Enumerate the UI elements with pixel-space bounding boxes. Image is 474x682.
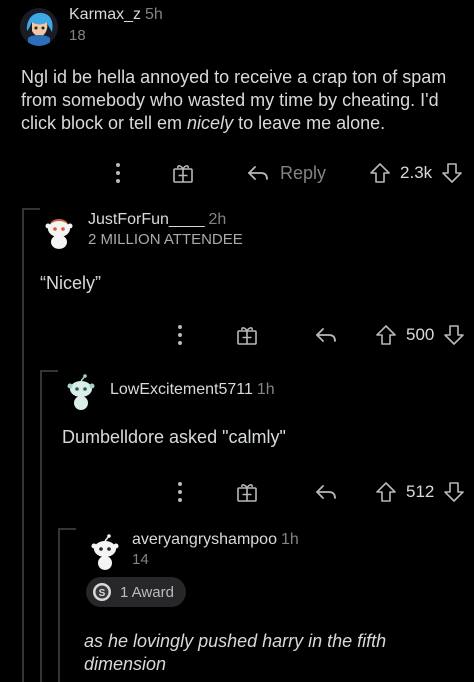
thread-line-2	[40, 370, 42, 682]
thread-line-3	[58, 528, 60, 682]
vote-count: 500	[406, 325, 435, 344]
comment-actions: 512	[170, 477, 466, 507]
thread-branch-1	[22, 208, 40, 210]
upvote-icon[interactable]	[374, 481, 398, 503]
timestamp: 1h	[280, 531, 299, 548]
avatar[interactable]	[86, 532, 124, 570]
upvote-icon[interactable]	[374, 324, 398, 346]
more-options-icon[interactable]	[170, 481, 190, 503]
timestamp: 2h	[208, 211, 227, 228]
comment-score: 18	[69, 27, 86, 44]
downvote-icon[interactable]	[442, 481, 466, 503]
comment-actions: 500	[170, 320, 466, 350]
comment-body: “Nicely”	[40, 273, 101, 293]
award-badge[interactable]: S 1 Award	[86, 577, 186, 607]
username[interactable]: JustForFun____	[88, 211, 205, 228]
vote-count: 512	[406, 482, 435, 501]
user-flair: 2 MILLION ATTENDEE	[88, 231, 243, 248]
svg-text:S: S	[99, 588, 106, 599]
reply-button[interactable]: Reply	[246, 163, 326, 184]
upvote-icon[interactable]	[368, 162, 392, 184]
timestamp: 5h	[145, 6, 163, 23]
reply-label: Reply	[280, 162, 327, 183]
award-coin-icon: S	[93, 583, 111, 601]
comment-body: Dumbelldore asked "calmly"	[62, 427, 286, 447]
downvote-icon[interactable]	[440, 162, 464, 184]
award-count: 1 Award	[120, 583, 174, 601]
timestamp: 1h	[256, 381, 275, 398]
reply-icon[interactable]	[312, 482, 340, 502]
comment-body: Ngl id be hella annoyed to receive a cra…	[21, 66, 461, 135]
award-icon[interactable]	[230, 323, 264, 347]
username[interactable]: averyangryshampoo	[132, 531, 277, 548]
comment-emphasis: nicely	[187, 113, 234, 133]
comment-author[interactable]: LowExcitement5711 1h	[110, 381, 275, 399]
username[interactable]: Karmax_z	[69, 6, 141, 23]
more-options-icon[interactable]	[108, 162, 128, 184]
comment-text: as he lovingly pushed harry in the fifth…	[84, 631, 387, 674]
reply-icon	[248, 166, 268, 180]
avatar[interactable]	[62, 373, 100, 411]
award-icon[interactable]	[166, 161, 200, 185]
comment-text-end: to leave me alone.	[233, 113, 386, 133]
reply-icon[interactable]	[312, 325, 340, 345]
vote-count: 2.3k	[400, 163, 433, 182]
comment-body: as he lovingly pushed harry in the fifth…	[84, 630, 464, 676]
comment-actions: Reply 2.3k	[108, 158, 464, 188]
avatar[interactable]	[20, 8, 58, 46]
more-options-icon[interactable]	[170, 324, 190, 346]
thread-line-1	[22, 208, 24, 682]
comment-score: 14	[132, 551, 149, 568]
comment-author[interactable]: Karmax_z 5h	[69, 6, 163, 24]
thread-branch-2	[40, 370, 58, 372]
avatar[interactable]	[40, 211, 78, 249]
comment-author[interactable]: averyangryshampoo 1h	[132, 531, 299, 549]
comment-author[interactable]: JustForFun____ 2h	[88, 211, 226, 229]
downvote-icon[interactable]	[442, 324, 466, 346]
username[interactable]: LowExcitement5711	[110, 381, 253, 398]
award-icon[interactable]	[230, 480, 264, 504]
thread-branch-3	[58, 528, 76, 530]
